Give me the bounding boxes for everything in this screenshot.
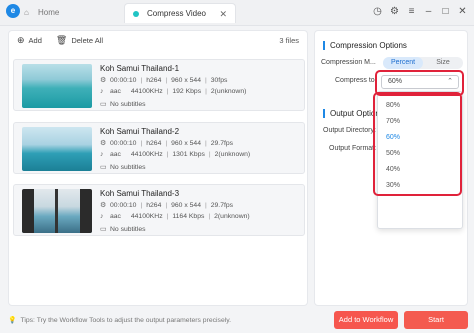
app-logo-icon: e [6, 4, 20, 18]
title-bar: e ⌂ Home Compress Video ✕ ◷ ⚙ ≡ – □ ✕ [0, 0, 474, 26]
file-card[interactable]: Koh Samui Thailand-2 ⚙ 00:00:10 | h264 | 960 … [13, 122, 305, 174]
window-controls: ◷ ⚙ ≡ – □ ✕ [372, 5, 468, 19]
audio-icon: ♪ [100, 151, 104, 158]
maximize-icon[interactable]: □ [440, 5, 451, 19]
home-icon: ⌂ [24, 8, 29, 17]
subtitle-icon: ▭ [100, 226, 107, 233]
file-name: Koh Samui Thailand-1 [100, 64, 180, 73]
add-to-workflow-button[interactable]: Add to Workflow [334, 311, 398, 329]
video-info-row: ⚙ 00:00:10 | h264 | 960 x 544 | 29.7fps [100, 140, 234, 147]
video-settings-icon: ⚙ [100, 77, 107, 84]
file-card[interactable]: Koh Samui Thailand-3 ⚙ 00:00:10 | h264 | 960 … [13, 184, 305, 236]
output-directory-label: Output Directory: [323, 127, 376, 134]
video-thumbnail [22, 127, 92, 171]
compress-video-icon [133, 10, 139, 17]
subtitle-info-row: ▭ No subtitles [100, 164, 146, 171]
file-card[interactable]: Koh Samui Thailand-1 ⚙ 00:00:10 | h264 | 960 … [13, 59, 305, 111]
video-thumbnail [22, 64, 92, 108]
video-info-row: ⚙ 00:00:10 | h264 | 960 x 544 | 30fps [100, 77, 228, 84]
file-name: Koh Samui Thailand-2 [100, 127, 180, 136]
video-settings-icon: ⚙ [100, 202, 107, 209]
file-name: Koh Samui Thailand-3 [100, 189, 180, 198]
file-list-panel: ⊕ Add 🗑 Delete All 3 files Koh Samui Thail… [8, 30, 308, 306]
menu-icon[interactable]: ≡ [406, 5, 417, 19]
window-frame-left [22, 189, 34, 233]
lightbulb-icon: 💡 [8, 317, 17, 324]
clock-icon[interactable]: ◷ [372, 5, 383, 19]
mode-percent-button[interactable]: Percent [383, 57, 423, 69]
subtitle-info-row: ▭ No subtitles [100, 226, 146, 233]
audio-info-row: ♪ aac 44100KHz | 1301 Kbps | 2(unknown) [100, 151, 251, 158]
subtitle-info-row: ▭ No subtitles [100, 101, 146, 108]
tab-home[interactable]: ⌂ Home [24, 3, 94, 23]
start-button[interactable]: Start [404, 311, 468, 329]
file-count: 3 files [279, 35, 299, 45]
delete-all-label: Delete All [71, 35, 104, 45]
output-format-label: Output Format: [329, 145, 377, 152]
audio-info-row: ♪ aac 44100KHz | 1164 Kbps | 2(unknown) [100, 213, 250, 220]
file-toolbar: ⊕ Add 🗑 Delete All 3 files [9, 31, 307, 49]
window-frame-mid [55, 189, 58, 233]
audio-info-row: ♪ aac 44100KHz | 192 Kbps | 2(unknown) [100, 88, 247, 95]
compress-to-label: Compress to: [335, 77, 377, 84]
tab-compress-video[interactable]: Compress Video ✕ [124, 3, 236, 23]
highlight-box-options [373, 92, 462, 196]
subtitle-icon: ▭ [100, 164, 107, 171]
tab-home-label: Home [38, 8, 60, 17]
mode-size-button[interactable]: Size [423, 57, 463, 69]
audio-icon: ♪ [100, 213, 104, 220]
close-tab-icon[interactable]: ✕ [219, 4, 227, 24]
add-button[interactable]: ⊕ Add [17, 35, 42, 46]
video-info-row: ⚙ 00:00:10 | h264 | 960 x 544 | 29.7fps [100, 202, 234, 209]
video-thumbnail [22, 189, 92, 233]
compression-mode-label: Compression M... [321, 59, 376, 66]
compression-options-title: Compression Options [323, 41, 407, 50]
window-frame-right [80, 189, 92, 233]
add-label: Add [28, 35, 42, 45]
close-window-icon[interactable]: ✕ [457, 5, 468, 19]
settings-icon[interactable]: ⚙ [389, 5, 400, 19]
tip-label: Tips: Try the Workflow Tools to adjust t… [20, 317, 232, 324]
trash-icon: 🗑 [55, 34, 68, 45]
compression-mode-toggle: Percent Size [383, 57, 463, 69]
video-settings-icon: ⚙ [100, 140, 107, 147]
audio-icon: ♪ [100, 88, 104, 95]
tip-text: 💡 Tips: Try the Workflow Tools to adjust … [8, 316, 231, 324]
delete-all-button[interactable]: 🗑 Delete All [56, 35, 103, 46]
subtitle-icon: ▭ [100, 101, 107, 108]
tab-compress-video-label: Compress Video [147, 9, 206, 18]
minimize-icon[interactable]: – [423, 5, 434, 19]
plus-circle-icon: ⊕ [17, 34, 25, 45]
footer-bar: 💡 Tips: Try the Workflow Tools to adjust … [0, 308, 474, 333]
